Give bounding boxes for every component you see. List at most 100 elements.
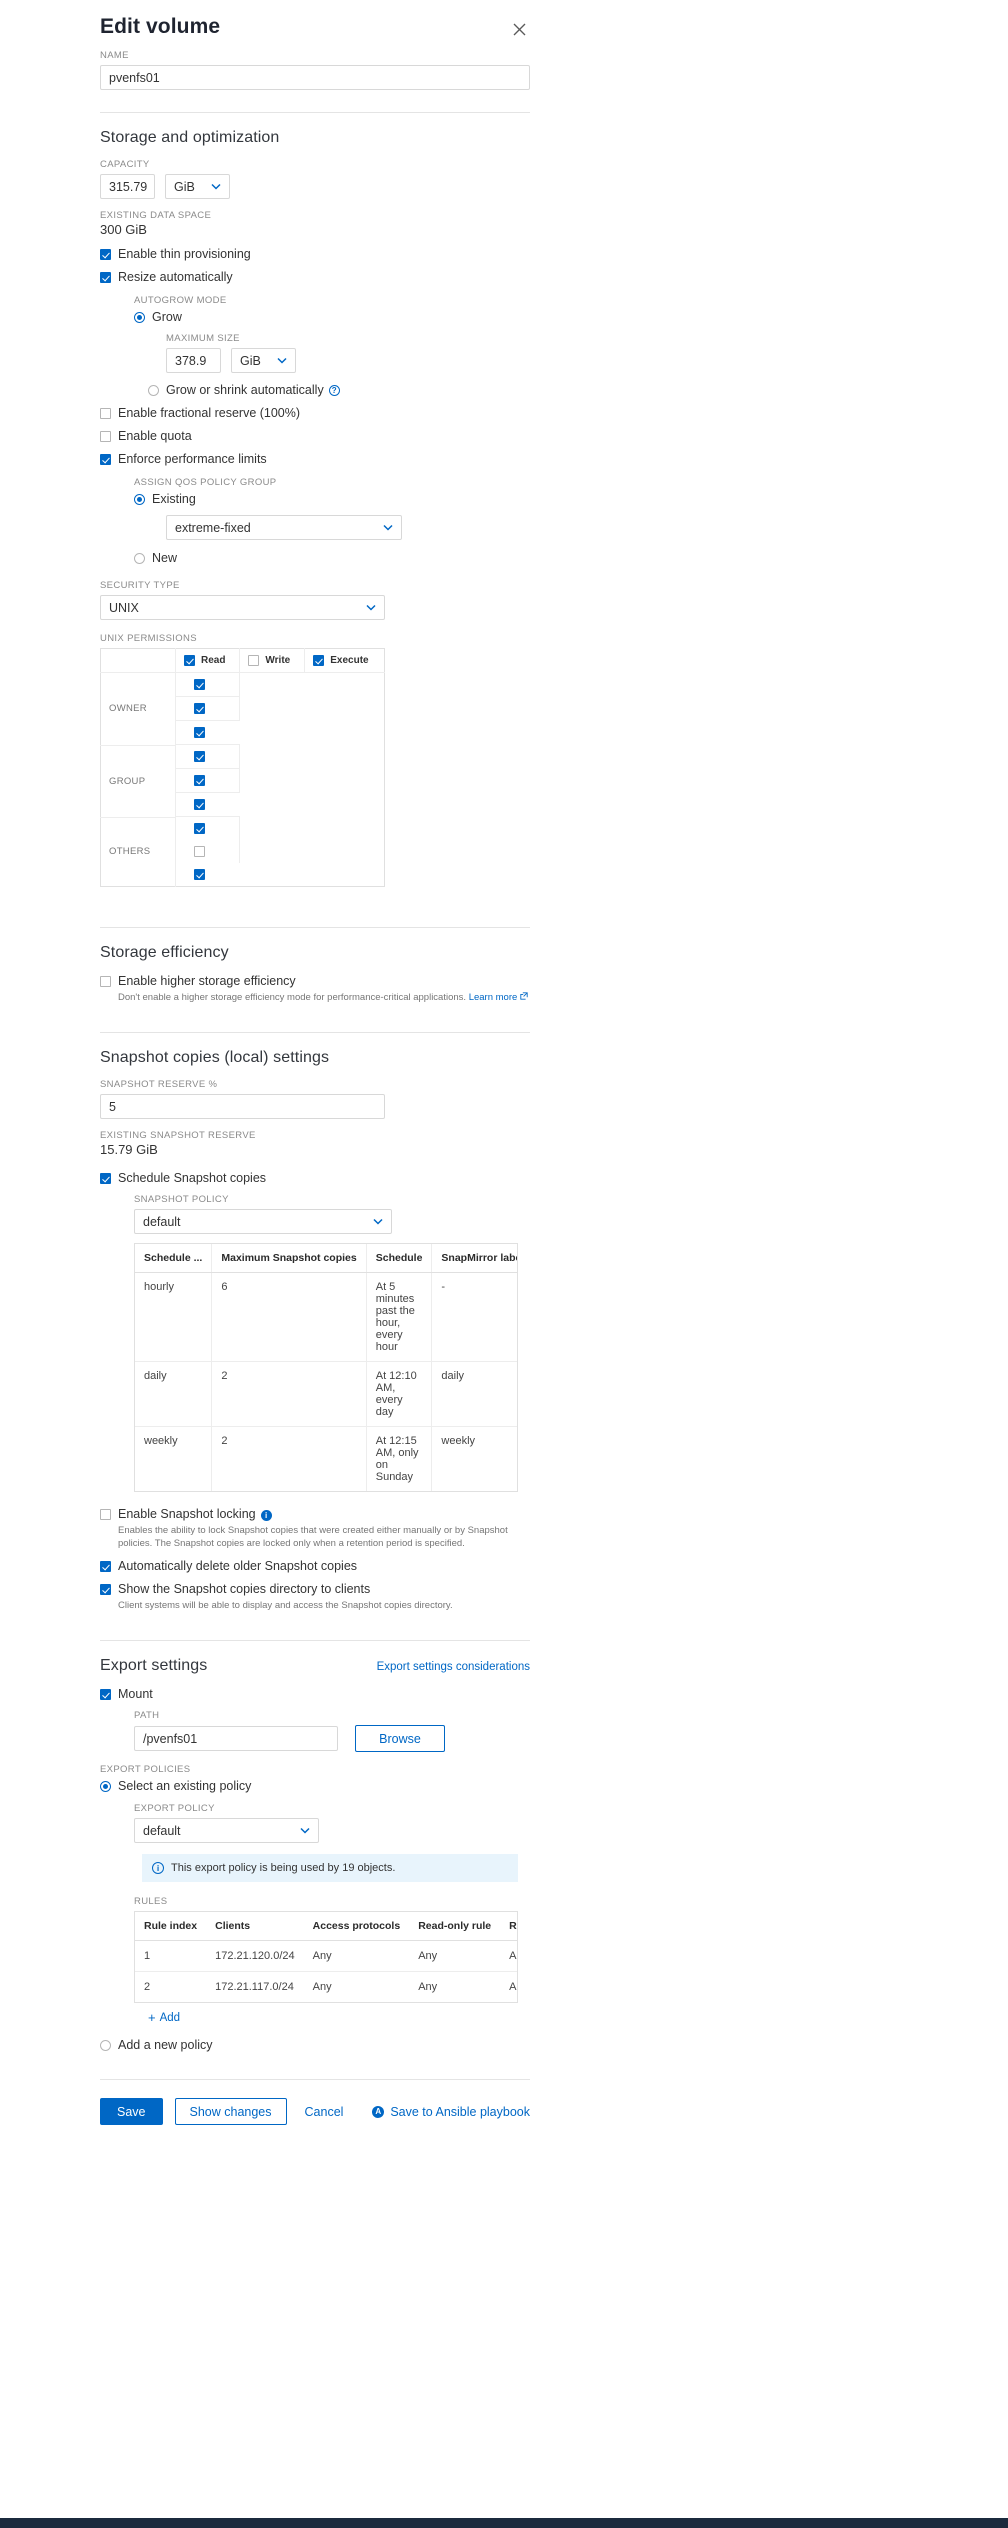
snapshot-locking-checkbox[interactable] — [100, 1509, 111, 1520]
owner-write-checkbox[interactable] — [194, 703, 205, 714]
show-snapshot-dir-row[interactable]: Show the Snapshot copies directory to cl… — [100, 1582, 530, 1597]
qos-existing-row[interactable]: Existing — [134, 492, 530, 507]
mount-checkbox[interactable] — [100, 1689, 111, 1700]
table-row: GROUP — [100, 745, 385, 818]
capacity-input[interactable]: 315.79 — [100, 174, 155, 199]
snapshot-policy-select[interactable]: default — [134, 1209, 392, 1234]
others-execute-checkbox[interactable] — [194, 869, 205, 880]
select-existing-policy-radio[interactable] — [100, 1781, 111, 1792]
enforce-performance-limits-row[interactable]: Enforce performance limits — [100, 452, 530, 467]
resize-automatically-row[interactable]: Resize automatically — [100, 270, 530, 285]
higher-efficiency-checkbox[interactable] — [100, 976, 111, 987]
col-snapmirror-label: SnapMirror label — [431, 1244, 517, 1273]
owner-execute-checkbox[interactable] — [194, 727, 205, 738]
others-write-cell — [176, 840, 240, 863]
rule-0-access: Any — [303, 1940, 410, 1972]
table-row: hourly 6 At 5 minutes past the hour, eve… — [135, 1272, 517, 1362]
snapshot-schedules-table: Schedule ... Maximum Snapshot copies Sch… — [135, 1244, 517, 1491]
show-snapshot-dir-checkbox[interactable] — [100, 1584, 111, 1595]
security-type-select[interactable]: UNIX — [100, 595, 385, 620]
close-icon[interactable] — [508, 18, 530, 40]
higher-efficiency-row[interactable]: Enable higher storage efficiency — [100, 974, 530, 989]
enforce-performance-limits-checkbox[interactable] — [100, 454, 111, 465]
external-link-icon[interactable] — [520, 991, 528, 1004]
qos-existing-radio[interactable] — [134, 494, 145, 505]
path-input[interactable]: /pvenfs01 — [134, 1726, 338, 1751]
group-execute-checkbox[interactable] — [194, 799, 205, 810]
add-rule-button[interactable]: + Add — [134, 2003, 530, 2024]
existing-snapshot-reserve-value: 15.79 GiB — [100, 1142, 158, 1157]
auto-delete-snapshots-row[interactable]: Automatically delete older Snapshot copi… — [100, 1559, 530, 1574]
learn-more-link[interactable]: Learn more — [469, 992, 518, 1003]
show-snapshot-dir-label: Show the Snapshot copies directory to cl… — [118, 1582, 371, 1596]
bottom-bar — [0, 2518, 1008, 2528]
qos-new-radio[interactable] — [134, 553, 145, 564]
write-header-checkbox[interactable] — [248, 655, 260, 666]
show-changes-button[interactable]: Show changes — [174, 2098, 287, 2125]
maximum-size-unit-select[interactable]: GiB — [231, 348, 296, 373]
col-clients: Clients — [206, 1912, 304, 1941]
others-read-checkbox[interactable] — [194, 823, 205, 834]
enable-quota-checkbox[interactable] — [100, 431, 111, 442]
higher-efficiency-label: Enable higher storage efficiency — [118, 974, 296, 988]
export-section-head: Export settings Export settings consider… — [100, 1657, 530, 1675]
snapshot-locking-row[interactable]: Enable Snapshot locking i — [100, 1507, 530, 1522]
grow-radio-row[interactable]: Grow — [134, 310, 530, 325]
security-type-value: UNIX — [109, 600, 139, 615]
export-policy-select[interactable]: default — [134, 1818, 319, 1843]
thin-provisioning-checkbox[interactable] — [100, 249, 111, 260]
save-button[interactable]: Save — [100, 2098, 163, 2125]
grow-radio[interactable] — [134, 312, 145, 323]
cancel-button[interactable]: Cancel — [305, 2105, 344, 2119]
group-read-checkbox[interactable] — [194, 751, 205, 762]
grow-shrink-radio[interactable] — [148, 385, 159, 396]
qos-new-row[interactable]: New — [134, 551, 530, 566]
table-row: 1 172.21.120.0/24 Any Any Any Any — [135, 1940, 517, 1972]
browse-button[interactable]: Browse — [355, 1725, 445, 1752]
col-max-copies: Maximum Snapshot copies — [211, 1244, 367, 1273]
capacity-unit-select[interactable]: GiB — [165, 174, 230, 199]
save-to-ansible-playbook-button[interactable]: A Save to Ansible playbook — [372, 2105, 530, 2119]
select-existing-policy-row[interactable]: Select an existing policy — [100, 1779, 530, 1794]
mount-row[interactable]: Mount — [100, 1687, 530, 1702]
add-new-policy-radio[interactable] — [100, 2040, 111, 2051]
resize-automatically-checkbox[interactable] — [100, 272, 111, 283]
grow-shrink-radio-row[interactable]: Grow or shrink automatically ? — [148, 383, 530, 398]
fractional-reserve-checkbox[interactable] — [100, 408, 111, 419]
read-header-checkbox[interactable] — [184, 655, 195, 666]
fractional-reserve-row[interactable]: Enable fractional reserve (100%) — [100, 406, 530, 421]
rule-1-readwrite: Any — [509, 1981, 517, 1993]
unix-permissions-label: UNIX PERMISSIONS — [100, 633, 197, 644]
dialog-header: Edit volume — [100, 0, 530, 40]
thin-provisioning-row[interactable]: Enable thin provisioning — [100, 247, 530, 262]
auto-delete-snapshots-checkbox[interactable] — [100, 1561, 111, 1572]
name-label: NAME — [100, 50, 129, 61]
owner-read-checkbox[interactable] — [194, 679, 205, 690]
others-read-cell — [176, 817, 240, 840]
info-icon[interactable]: i — [260, 1510, 272, 1521]
others-execute-cell — [176, 863, 240, 886]
plus-icon: + — [148, 2010, 156, 2025]
resize-automatically-label: Resize automatically — [118, 270, 233, 284]
snapshot-reserve-input[interactable]: 5 — [100, 1094, 385, 1119]
group-write-checkbox[interactable] — [194, 775, 205, 786]
add-new-policy-row[interactable]: Add a new policy — [100, 2038, 530, 2053]
snapshot-row-1-schedule: At 12:10 AM, every day — [366, 1361, 433, 1427]
schedule-snapshot-copies-row[interactable]: Schedule Snapshot copies — [100, 1171, 530, 1186]
name-input[interactable]: pvenfs01 — [100, 65, 530, 90]
owner-write-cell — [176, 697, 240, 721]
rules-table-wrapper[interactable]: Rule index Clients Access protocols Read… — [134, 1911, 518, 2003]
export-policy-value: default — [143, 1823, 181, 1838]
others-write-checkbox[interactable] — [194, 846, 205, 857]
dialog-footer: Save Show changes Cancel A Save to Ansib… — [100, 2079, 530, 2125]
qos-policy-select[interactable]: extreme-fixed — [166, 515, 402, 540]
export-policy-group: EXPORT POLICY default i This export poli… — [134, 1803, 530, 2024]
enable-quota-row[interactable]: Enable quota — [100, 429, 530, 444]
export-settings-considerations-link[interactable]: Export settings considerations — [377, 1661, 530, 1673]
help-icon[interactable]: ? — [328, 385, 340, 396]
fractional-reserve-label: Enable fractional reserve (100%) — [118, 406, 301, 420]
maximum-size-input[interactable]: 378.9 — [166, 348, 221, 373]
snapshot-schedules-table-wrapper[interactable]: Schedule ... Maximum Snapshot copies Sch… — [134, 1243, 518, 1492]
schedule-snapshot-copies-checkbox[interactable] — [100, 1173, 111, 1184]
execute-header-checkbox[interactable] — [313, 655, 325, 666]
